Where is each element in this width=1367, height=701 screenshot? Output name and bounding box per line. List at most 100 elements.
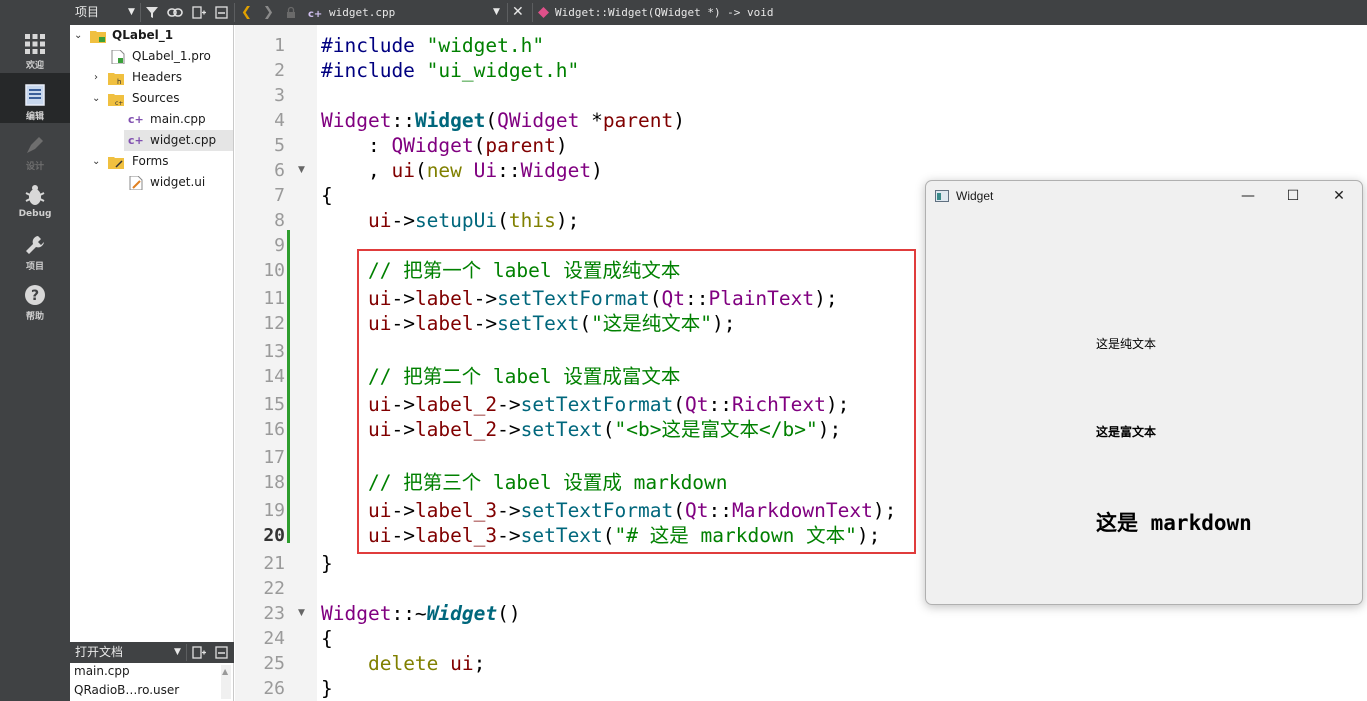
- svg-text:?: ?: [31, 288, 39, 304]
- chevron-down-icon[interactable]: ▼: [174, 642, 181, 663]
- code-line[interactable]: , ui(new Ui::Widget): [321, 158, 603, 183]
- chevron-down-icon[interactable]: ▼: [493, 0, 500, 25]
- code-line[interactable]: : QWidget(parent): [321, 133, 568, 158]
- line-number: 17: [263, 447, 285, 468]
- mode-welcome[interactable]: 欢迎: [0, 22, 70, 72]
- close-pane-icon[interactable]: [215, 646, 228, 659]
- chevron-down-icon[interactable]: ⌄: [74, 25, 86, 46]
- ui-file-icon: [129, 176, 143, 190]
- line-number: 13: [263, 341, 285, 362]
- mode-projects[interactable]: 项目: [0, 223, 70, 273]
- chevron-right-icon[interactable]: ›: [94, 67, 106, 88]
- tree-item-project[interactable]: ⌄ QLabel_1: [70, 25, 233, 46]
- window-titlebar[interactable]: Widget — ☐ ✕: [926, 181, 1362, 211]
- line-number: 8: [274, 210, 285, 231]
- close-pane-icon[interactable]: [215, 6, 228, 19]
- line-number: 3: [274, 85, 285, 106]
- open-file-name[interactable]: widget.cpp: [329, 0, 395, 25]
- close-icon[interactable]: ✕: [1330, 187, 1348, 205]
- line-number: 24: [263, 628, 285, 649]
- line-number: 9: [274, 235, 285, 256]
- line-number: 22: [263, 578, 285, 599]
- mode-label: 欢迎: [25, 61, 44, 71]
- mode-help[interactable]: ? 帮助: [0, 273, 70, 323]
- mode-debug[interactable]: Debug: [0, 173, 70, 223]
- line-number: 16: [263, 419, 285, 440]
- fold-marker-icon[interactable]: ▼: [298, 165, 305, 175]
- svg-text:c+: c+: [115, 100, 123, 106]
- code-line[interactable]: {: [321, 183, 333, 208]
- divider: [234, 3, 235, 22]
- change-marker: [287, 230, 290, 543]
- svg-text:c+: c+: [308, 9, 322, 18]
- chevron-down-icon[interactable]: ▼: [128, 0, 135, 25]
- tree-item-forms[interactable]: ⌄ Forms: [70, 151, 233, 172]
- tree-label: QLabel_1.pro: [132, 49, 211, 63]
- code-line[interactable]: {: [321, 626, 333, 651]
- open-document-item[interactable]: main.cpp: [74, 664, 130, 678]
- tree-label: QLabel_1: [112, 28, 174, 42]
- code-line[interactable]: Widget::~Widget(): [321, 601, 521, 626]
- tree-item-main-cpp[interactable]: c+ main.cpp: [70, 109, 233, 130]
- tree-item-headers[interactable]: › h Headers: [70, 67, 233, 88]
- line-number: 23: [263, 603, 285, 624]
- wrench-icon: [26, 236, 44, 254]
- split-icon[interactable]: [192, 6, 206, 19]
- symbol-selector[interactable]: Widget::Widget(QWidget *) -> void: [555, 0, 774, 25]
- tree-label: Forms: [132, 154, 169, 168]
- bug-icon: [25, 185, 45, 205]
- divider: [507, 3, 508, 22]
- tree-item-widget-ui[interactable]: widget.ui: [70, 172, 233, 193]
- split-icon[interactable]: [192, 646, 206, 659]
- line-number: 20: [263, 525, 285, 546]
- line-number: 7: [274, 185, 285, 206]
- code-line[interactable]: }: [321, 676, 333, 701]
- code-line[interactable]: #include "widget.h": [321, 33, 544, 58]
- code-line[interactable]: #include "ui_widget.h": [321, 58, 579, 83]
- projects-view-selector[interactable]: 项目: [75, 0, 99, 25]
- mode-label: Debug: [18, 209, 52, 219]
- chevron-down-icon[interactable]: ⌄: [92, 88, 104, 109]
- link-icon[interactable]: [167, 6, 183, 19]
- svg-text:h: h: [117, 78, 121, 85]
- widget-window[interactable]: Widget — ☐ ✕ 这是纯文本 这是富文本 这是 markdown: [925, 180, 1363, 605]
- forward-arrow-icon[interactable]: ❯: [263, 0, 274, 25]
- code-line[interactable]: ui->setupUi(this);: [321, 208, 579, 233]
- filter-icon[interactable]: [145, 6, 159, 19]
- line-number: 15: [263, 394, 285, 415]
- code-line[interactable]: }: [321, 551, 333, 576]
- mode-label: 帮助: [25, 312, 44, 322]
- mode-design[interactable]: 设计: [0, 123, 70, 173]
- pro-file-icon: [111, 50, 125, 64]
- cpp-file-icon: c+: [128, 134, 144, 147]
- code-line[interactable]: delete ui;: [321, 651, 485, 676]
- tree-item-sources[interactable]: ⌄ c+ Sources: [70, 88, 233, 109]
- open-document-item[interactable]: QRadioB…ro.user: [74, 683, 179, 697]
- chevron-down-icon[interactable]: ⌄: [92, 151, 104, 172]
- line-number: 5: [274, 135, 285, 156]
- plain-text-label: 这是纯文本: [1096, 337, 1157, 351]
- mode-label: 设计: [25, 162, 44, 172]
- line-number: 2: [274, 60, 285, 81]
- mode-edit[interactable]: 编辑: [0, 73, 70, 123]
- minimize-icon[interactable]: —: [1239, 187, 1257, 205]
- tree-item-pro-file[interactable]: QLabel_1.pro: [70, 46, 233, 67]
- edit-document-icon: [25, 84, 45, 106]
- tree-label: widget.cpp: [150, 133, 217, 147]
- mode-label: 编辑: [25, 112, 44, 122]
- code-line[interactable]: Widget::Widget(QWidget *parent): [321, 108, 685, 133]
- project-folder-icon: [90, 31, 106, 43]
- open-documents-list: main.cpp QRadioB…ro.user ▲: [70, 663, 234, 701]
- maximize-icon[interactable]: ☐: [1284, 187, 1302, 205]
- editor-toolbar: 项目 ▼ ❮ ❯ c+ widget.cpp ▼ ✕ Widget::Widge…: [70, 0, 1367, 25]
- close-file-icon[interactable]: ✕: [512, 0, 524, 25]
- tree-item-widget-cpp[interactable]: c+ widget.cpp: [124, 130, 233, 151]
- mode-bar: 欢迎 编辑 设计 Debug 项目 ? 帮助: [0, 0, 70, 701]
- cpp-file-icon: c+: [308, 9, 322, 18]
- divider: [532, 3, 533, 22]
- scrollbar[interactable]: ▲: [221, 665, 231, 699]
- open-documents-label: 打开文档: [75, 645, 124, 659]
- back-arrow-icon[interactable]: ❮: [241, 0, 252, 25]
- fold-marker-icon[interactable]: ▼: [298, 608, 305, 618]
- tree-label: Headers: [132, 70, 182, 84]
